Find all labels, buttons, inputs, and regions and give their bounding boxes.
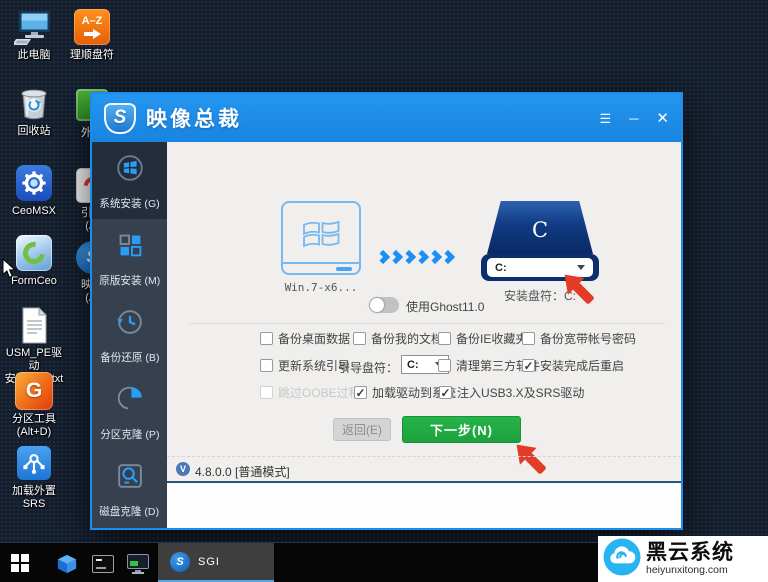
checkbox-box: [260, 332, 273, 345]
checkbox-backup-documents[interactable]: 备份我的文档: [353, 330, 443, 347]
taskbar-cube-icon[interactable]: [55, 552, 79, 576]
ghost-toggle[interactable]: [369, 297, 399, 313]
start-button[interactable]: [11, 554, 29, 572]
checkbox-backup-desktop[interactable]: 备份桌面数据: [260, 330, 350, 347]
sidebar-item-backup-restore[interactable]: 备份还原 (B): [92, 296, 167, 373]
next-button[interactable]: 下一步(N): [402, 416, 521, 443]
checkbox-backup-ie-favorites[interactable]: 备份IE收藏夹: [438, 330, 527, 347]
checkbox-box: [438, 359, 451, 372]
version-text: 4.8.0.0 [普通模式]: [195, 463, 290, 480]
menu-icon[interactable]: ☰: [600, 112, 612, 125]
boot-drive-label: 引导盘符：: [338, 359, 398, 376]
taskbar-app-sgi[interactable]: S SGI: [158, 543, 274, 582]
checkbox-box: [353, 332, 366, 345]
sgi-window: S 映像总裁 ☰ ─ ✕: [90, 92, 683, 530]
windows-tiles-icon: [113, 228, 147, 267]
back-button[interactable]: 返回(E): [333, 418, 391, 441]
desktop-icon-sort-drives[interactable]: A–Z 理顺盘符: [60, 8, 124, 62]
footer-divider: [167, 481, 681, 483]
version-badge-icon: V: [176, 462, 190, 476]
checkbox-update-boot[interactable]: 更新系统引导: [260, 357, 350, 374]
sidebar-item-partition-clone[interactable]: 分区克隆 (P): [92, 373, 167, 450]
version-divider: [167, 456, 681, 457]
main-panel: Win.7-x6... C C: 安装盘符：C:: [167, 142, 681, 528]
desktop-icon-label: 理顺盘符: [70, 49, 114, 62]
desktop-icon-recycle-bin[interactable]: 回收站: [2, 84, 66, 138]
watermark: 黑云系统 heiyunxitong.com: [598, 536, 768, 582]
desktop-icon-label: 回收站: [18, 125, 51, 138]
taskbar-monitor-icon[interactable]: [126, 552, 150, 576]
desktop-icon-label: CeoMSX: [12, 205, 56, 218]
desktop-icon-ceomsx[interactable]: CeoMSX: [2, 164, 66, 218]
minimize-icon[interactable]: ─: [629, 112, 638, 125]
checkbox-inject-usb3-srs[interactable]: 注入USB3.X及SRS驱动: [439, 384, 584, 401]
options-divider: [189, 323, 665, 324]
srs-firewire-icon: [14, 444, 54, 482]
sidebar-item-original-install[interactable]: 原版安装 (M): [92, 219, 167, 296]
close-icon[interactable]: ✕: [656, 112, 669, 125]
window-title: 映像总裁: [146, 103, 242, 133]
sidebar-item-disk-clone[interactable]: 磁盘克隆 (D): [92, 450, 167, 527]
annotation-arrow-icon: [511, 439, 549, 482]
checkbox-box: [439, 386, 452, 399]
mouse-cursor: [2, 258, 17, 284]
watermark-domain: heiyunxitong.com: [646, 564, 734, 576]
toggle-knob: [370, 298, 384, 312]
checkbox-box: [354, 386, 367, 399]
app-logo-icon: S: [104, 103, 136, 134]
desktop-icon-label: FormCeo: [11, 275, 57, 288]
history-clock-icon: [113, 305, 147, 344]
source-image-label: Win.7-x6...: [265, 281, 377, 294]
ghost-toggle-label: 使用Ghost11.0: [406, 298, 484, 315]
desktop-icon-partition-tool[interactable]: G 分区工具(Alt+D): [2, 372, 66, 439]
diskgenius-icon: G: [14, 372, 54, 410]
annotation-arrow-icon: [559, 269, 597, 312]
desktop-icon-this-pc[interactable]: 此电脑: [2, 8, 66, 62]
desktop-icon-label: 此电脑: [18, 49, 51, 62]
checkbox-backup-broadband[interactable]: 备份宽带帐号密码: [522, 330, 636, 347]
text-file-icon: [14, 306, 54, 344]
window-titlebar[interactable]: S 映像总裁 ☰ ─ ✕: [92, 94, 681, 142]
computer-icon: [14, 8, 54, 46]
recycle-bin-icon: [14, 84, 54, 122]
desktop-icon-load-srs[interactable]: 加载外置SRS: [2, 444, 66, 511]
checkbox-skip-oobe: 跳过OOBE过程: [260, 384, 361, 401]
checkbox-box: [260, 386, 273, 399]
desktop-icon-label: 加载外置SRS: [2, 485, 66, 511]
gear-icon: [14, 164, 54, 202]
desktop-icon-label: 分区工具(Alt+D): [12, 413, 56, 439]
taskbar-console-icon[interactable]: [91, 552, 115, 576]
checkbox-box: [260, 359, 273, 372]
cloud-logo-icon: [603, 538, 641, 581]
formceo-icon: [14, 234, 54, 272]
checkbox-box: [522, 359, 535, 372]
pie-chart-icon: [113, 382, 147, 421]
sgi-logo-icon: S: [170, 552, 190, 572]
checkbox-box: [522, 332, 535, 345]
checkbox-reboot-after-install[interactable]: 安装完成后重启: [522, 357, 624, 374]
target-drive-icon: C: [487, 201, 593, 254]
disk-search-icon: [113, 459, 147, 498]
sidebar-item-system-install[interactable]: 系统安装 (G): [92, 142, 167, 219]
windows-circle-icon: [113, 151, 147, 190]
checkbox-box: [438, 332, 451, 345]
sidebar: 系统安装 (G) 原版安装 (M): [92, 142, 167, 528]
az-sort-icon: A–Z: [72, 8, 112, 46]
watermark-title: 黑云系统: [646, 542, 734, 564]
window-footer: [167, 483, 681, 528]
desktop: 此电脑 A–Z 理顺盘符 回收站 外置: [0, 0, 768, 582]
transfer-arrows-icon: [378, 252, 453, 262]
source-image-icon: [281, 201, 361, 275]
